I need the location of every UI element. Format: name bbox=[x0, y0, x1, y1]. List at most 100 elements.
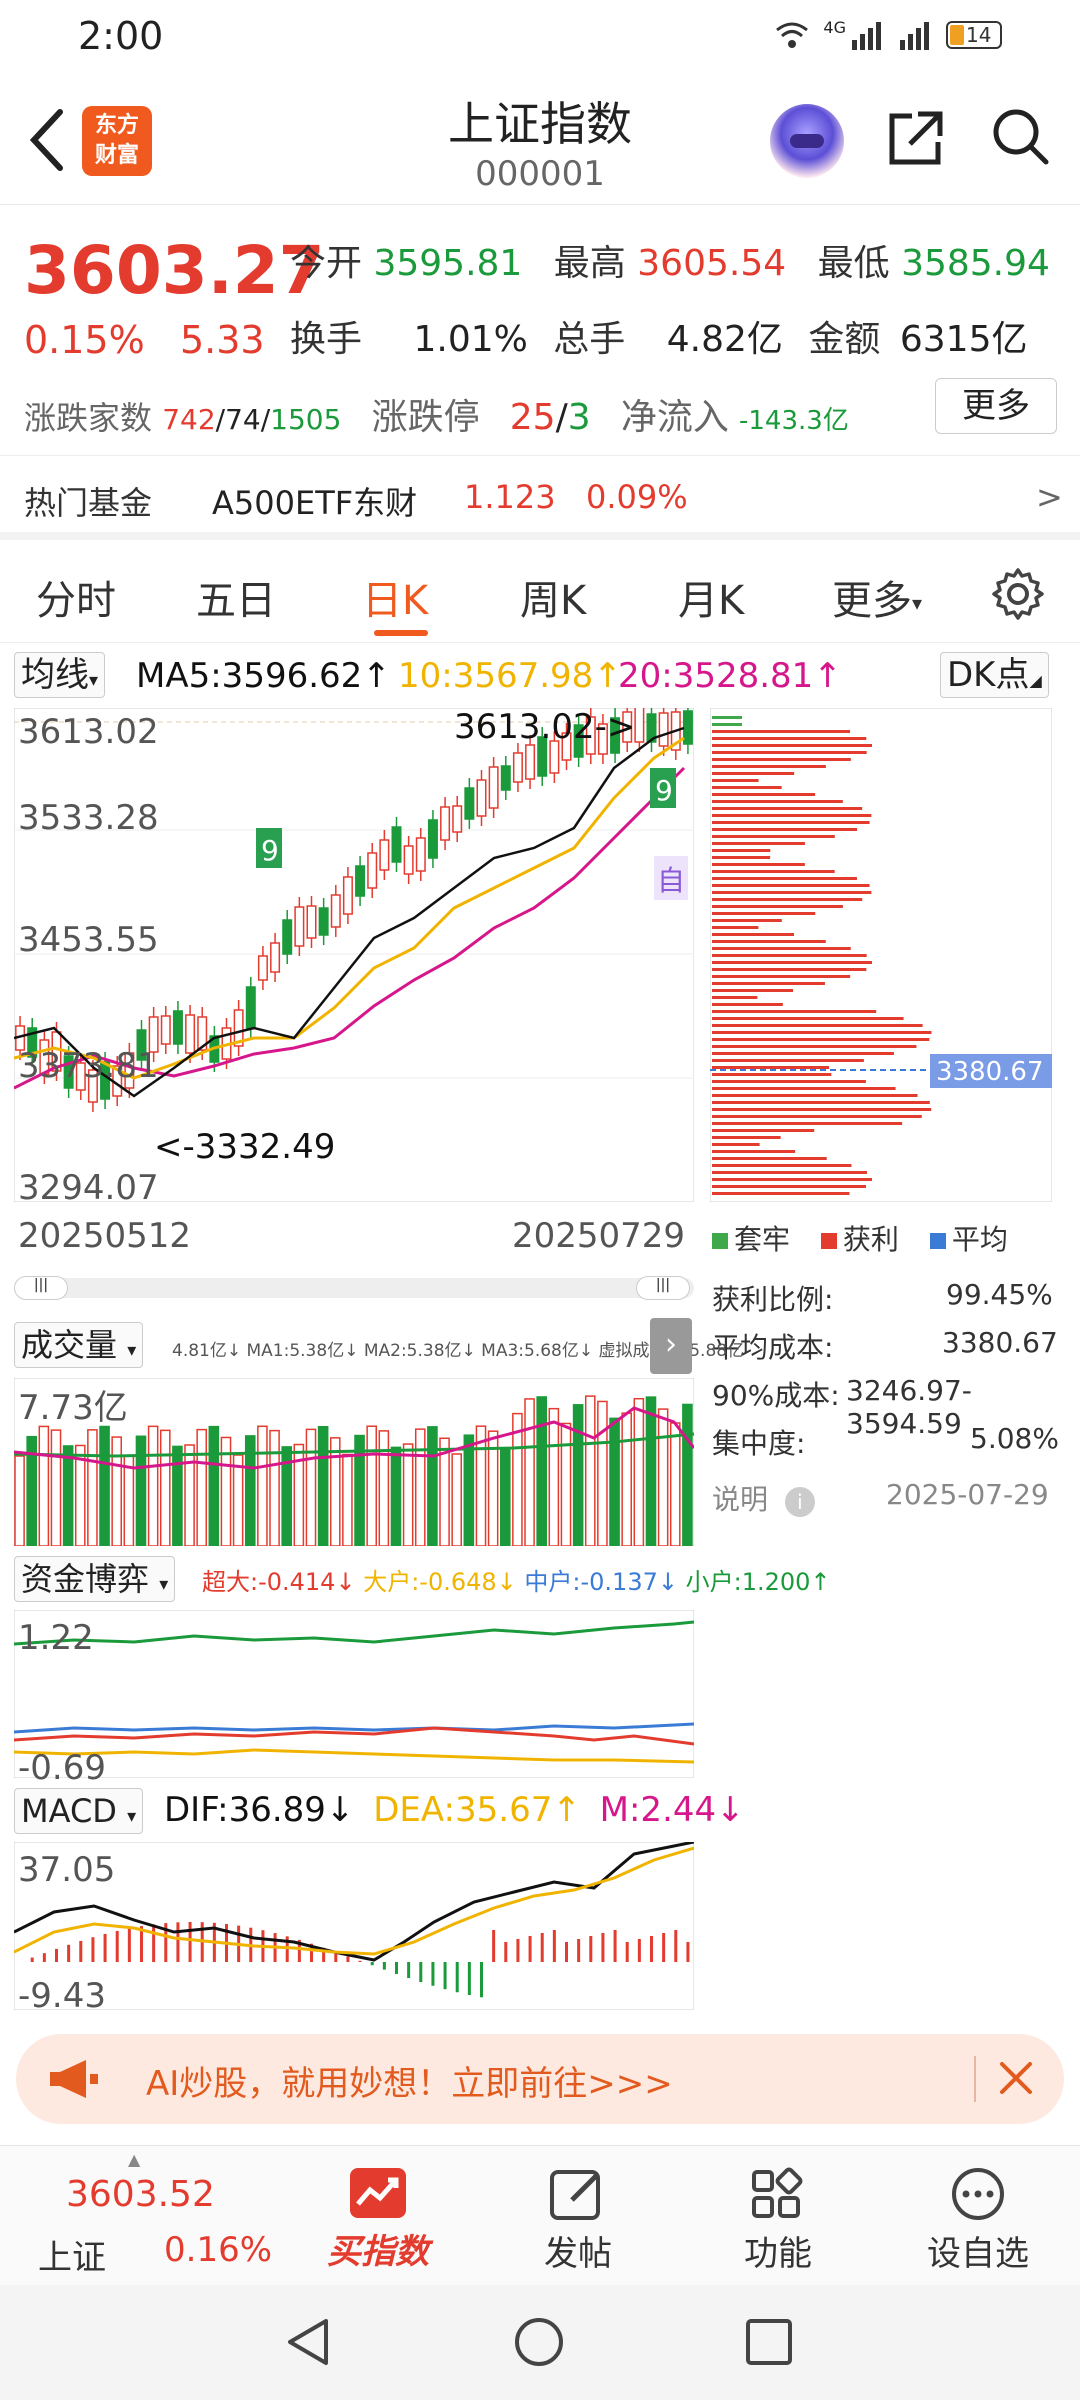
dk-point-toggle[interactable]: DK点◢ bbox=[940, 652, 1049, 698]
fund-min: -0.69 bbox=[18, 1748, 106, 1788]
candle-body bbox=[682, 710, 693, 745]
range-handle-left[interactable]: ||| bbox=[14, 1276, 68, 1300]
chip-bar bbox=[712, 870, 835, 873]
hot-fund-price: 1.123 bbox=[464, 478, 556, 516]
signal-icon bbox=[852, 22, 881, 50]
volume-bar bbox=[87, 1429, 98, 1546]
add-watchlist-button[interactable]: 设自选 bbox=[898, 2166, 1058, 2275]
limit-down: 3 bbox=[567, 397, 591, 438]
macd-bar bbox=[589, 1936, 593, 1962]
active-tab-underline bbox=[374, 630, 428, 636]
volume-bar bbox=[657, 1408, 669, 1546]
volume-bar bbox=[305, 1428, 317, 1546]
volume-bar bbox=[208, 1425, 220, 1546]
fund-selector[interactable]: 资金博弈 ▾ bbox=[14, 1556, 176, 1602]
chip-bar bbox=[712, 849, 771, 852]
volume-bar bbox=[257, 1425, 268, 1546]
search-icon[interactable] bbox=[988, 104, 1052, 168]
chip-bar bbox=[712, 961, 872, 964]
tab-daily-k[interactable]: 日K bbox=[362, 568, 428, 626]
tab-5day[interactable]: 五日 bbox=[196, 568, 276, 626]
ai-banner[interactable]: AI炒股，就用妙想！立即前往>>> bbox=[16, 2034, 1064, 2124]
hot-fund-pct: 0.09% bbox=[586, 478, 688, 516]
trend-chart-icon bbox=[350, 2168, 406, 2218]
candle-body bbox=[367, 852, 378, 889]
chip-bar bbox=[712, 1045, 917, 1048]
bottom-index-name[interactable]: 上证 bbox=[38, 2230, 106, 2279]
post-button[interactable]: 发帖 bbox=[498, 2166, 658, 2275]
candle-body bbox=[306, 905, 317, 939]
macd-bar bbox=[67, 1944, 71, 1962]
candle-body bbox=[415, 837, 426, 872]
macd-max: 37.05 bbox=[18, 1850, 116, 1890]
chip-legend: 套牢 获利 平均 bbox=[712, 1218, 1008, 1258]
candle-body bbox=[464, 787, 475, 820]
share-icon[interactable] bbox=[884, 106, 948, 170]
gear-icon[interactable] bbox=[990, 566, 1046, 622]
candle-body bbox=[270, 942, 281, 973]
macd-bar bbox=[188, 1922, 192, 1962]
bottom-index-price[interactable]: 3603.52 bbox=[66, 2174, 215, 2215]
ma-selector[interactable]: 均线▾ bbox=[14, 652, 106, 698]
macd-m: M:2.44↓ bbox=[599, 1790, 745, 1830]
hot-fund-row[interactable]: 热门基金 A500ETF东财 1.123 0.09% > bbox=[0, 455, 1080, 540]
macd-bar bbox=[91, 1937, 95, 1962]
ma-legend-row: 均线▾ MA5:3596.62↑ 10:3567.98↑ 20:3528.81↑… bbox=[0, 648, 1080, 706]
nav-back-icon[interactable] bbox=[282, 2315, 336, 2369]
close-icon[interactable] bbox=[996, 2058, 1036, 2098]
function-button[interactable]: 功能 bbox=[698, 2166, 858, 2275]
volume-bar bbox=[14, 1455, 25, 1546]
range-scrollbar[interactable] bbox=[14, 1278, 694, 1298]
wifi-icon bbox=[776, 22, 809, 48]
candle-body bbox=[512, 752, 523, 783]
breadth-down: 1505 bbox=[270, 403, 342, 436]
tab-monthly-k[interactable]: 月K bbox=[678, 568, 744, 626]
candle-body bbox=[330, 894, 341, 928]
low-label: 最低 bbox=[817, 243, 890, 284]
chip-bar bbox=[712, 1031, 932, 1034]
nav-recents-icon[interactable] bbox=[742, 2315, 796, 2369]
macd-bar bbox=[79, 1940, 83, 1962]
macd-bar bbox=[152, 1924, 156, 1962]
macd-bar bbox=[346, 1956, 350, 1962]
system-nav-bar bbox=[0, 2285, 1080, 2400]
volume-bar bbox=[38, 1425, 50, 1546]
bottom-index-pct[interactable]: 0.16% bbox=[164, 2230, 272, 2270]
macd-selector[interactable]: MACD ▾ bbox=[14, 1788, 144, 1834]
note-link[interactable]: 说明 i bbox=[712, 1478, 815, 1518]
nav-home-icon[interactable] bbox=[512, 2315, 566, 2369]
chip-bar bbox=[712, 821, 870, 824]
volume-selector[interactable]: 成交量 ▾ bbox=[14, 1322, 144, 1368]
range-handle-right[interactable]: ||| bbox=[636, 1276, 690, 1300]
volume-bar bbox=[536, 1396, 548, 1546]
chevron-right-icon[interactable]: › bbox=[650, 1318, 692, 1374]
chip-bar bbox=[712, 765, 826, 768]
candle-body bbox=[525, 744, 536, 780]
chip-bar bbox=[712, 933, 795, 936]
megaphone-icon bbox=[50, 2060, 98, 2098]
status-time: 2:00 bbox=[78, 14, 164, 58]
chip-bar bbox=[712, 1087, 896, 1090]
macd-dif: DIF:36.89↓ bbox=[164, 1790, 355, 1830]
avg-cost-value: 3380.67 bbox=[942, 1326, 1058, 1359]
macd-bar bbox=[625, 1942, 629, 1962]
chip-bar bbox=[712, 730, 851, 733]
macd-bar bbox=[55, 1948, 58, 1962]
tab-weekly-k[interactable]: 周K bbox=[520, 568, 586, 626]
tab-intraday[interactable]: 分时 bbox=[36, 568, 116, 626]
chip-bar bbox=[712, 968, 867, 971]
back-arrow-icon[interactable] bbox=[22, 100, 72, 180]
buy-index-button[interactable]: 买指数 bbox=[298, 2166, 458, 2273]
chip-bar bbox=[712, 744, 872, 747]
y-label-3: 3453.55 bbox=[18, 920, 159, 960]
candle-body bbox=[318, 907, 329, 936]
ai-assistant-avatar[interactable] bbox=[770, 104, 844, 178]
chip-bar bbox=[712, 1164, 852, 1167]
chip-bar bbox=[712, 891, 872, 894]
info-icon: i bbox=[784, 1487, 815, 1517]
more-button[interactable]: 更多 bbox=[935, 378, 1057, 434]
macd-bar bbox=[650, 1936, 653, 1962]
volume-bar bbox=[609, 1417, 620, 1546]
tab-more[interactable]: 更多▾ bbox=[832, 568, 922, 626]
legend-trapped: 套牢 bbox=[734, 1223, 791, 1256]
